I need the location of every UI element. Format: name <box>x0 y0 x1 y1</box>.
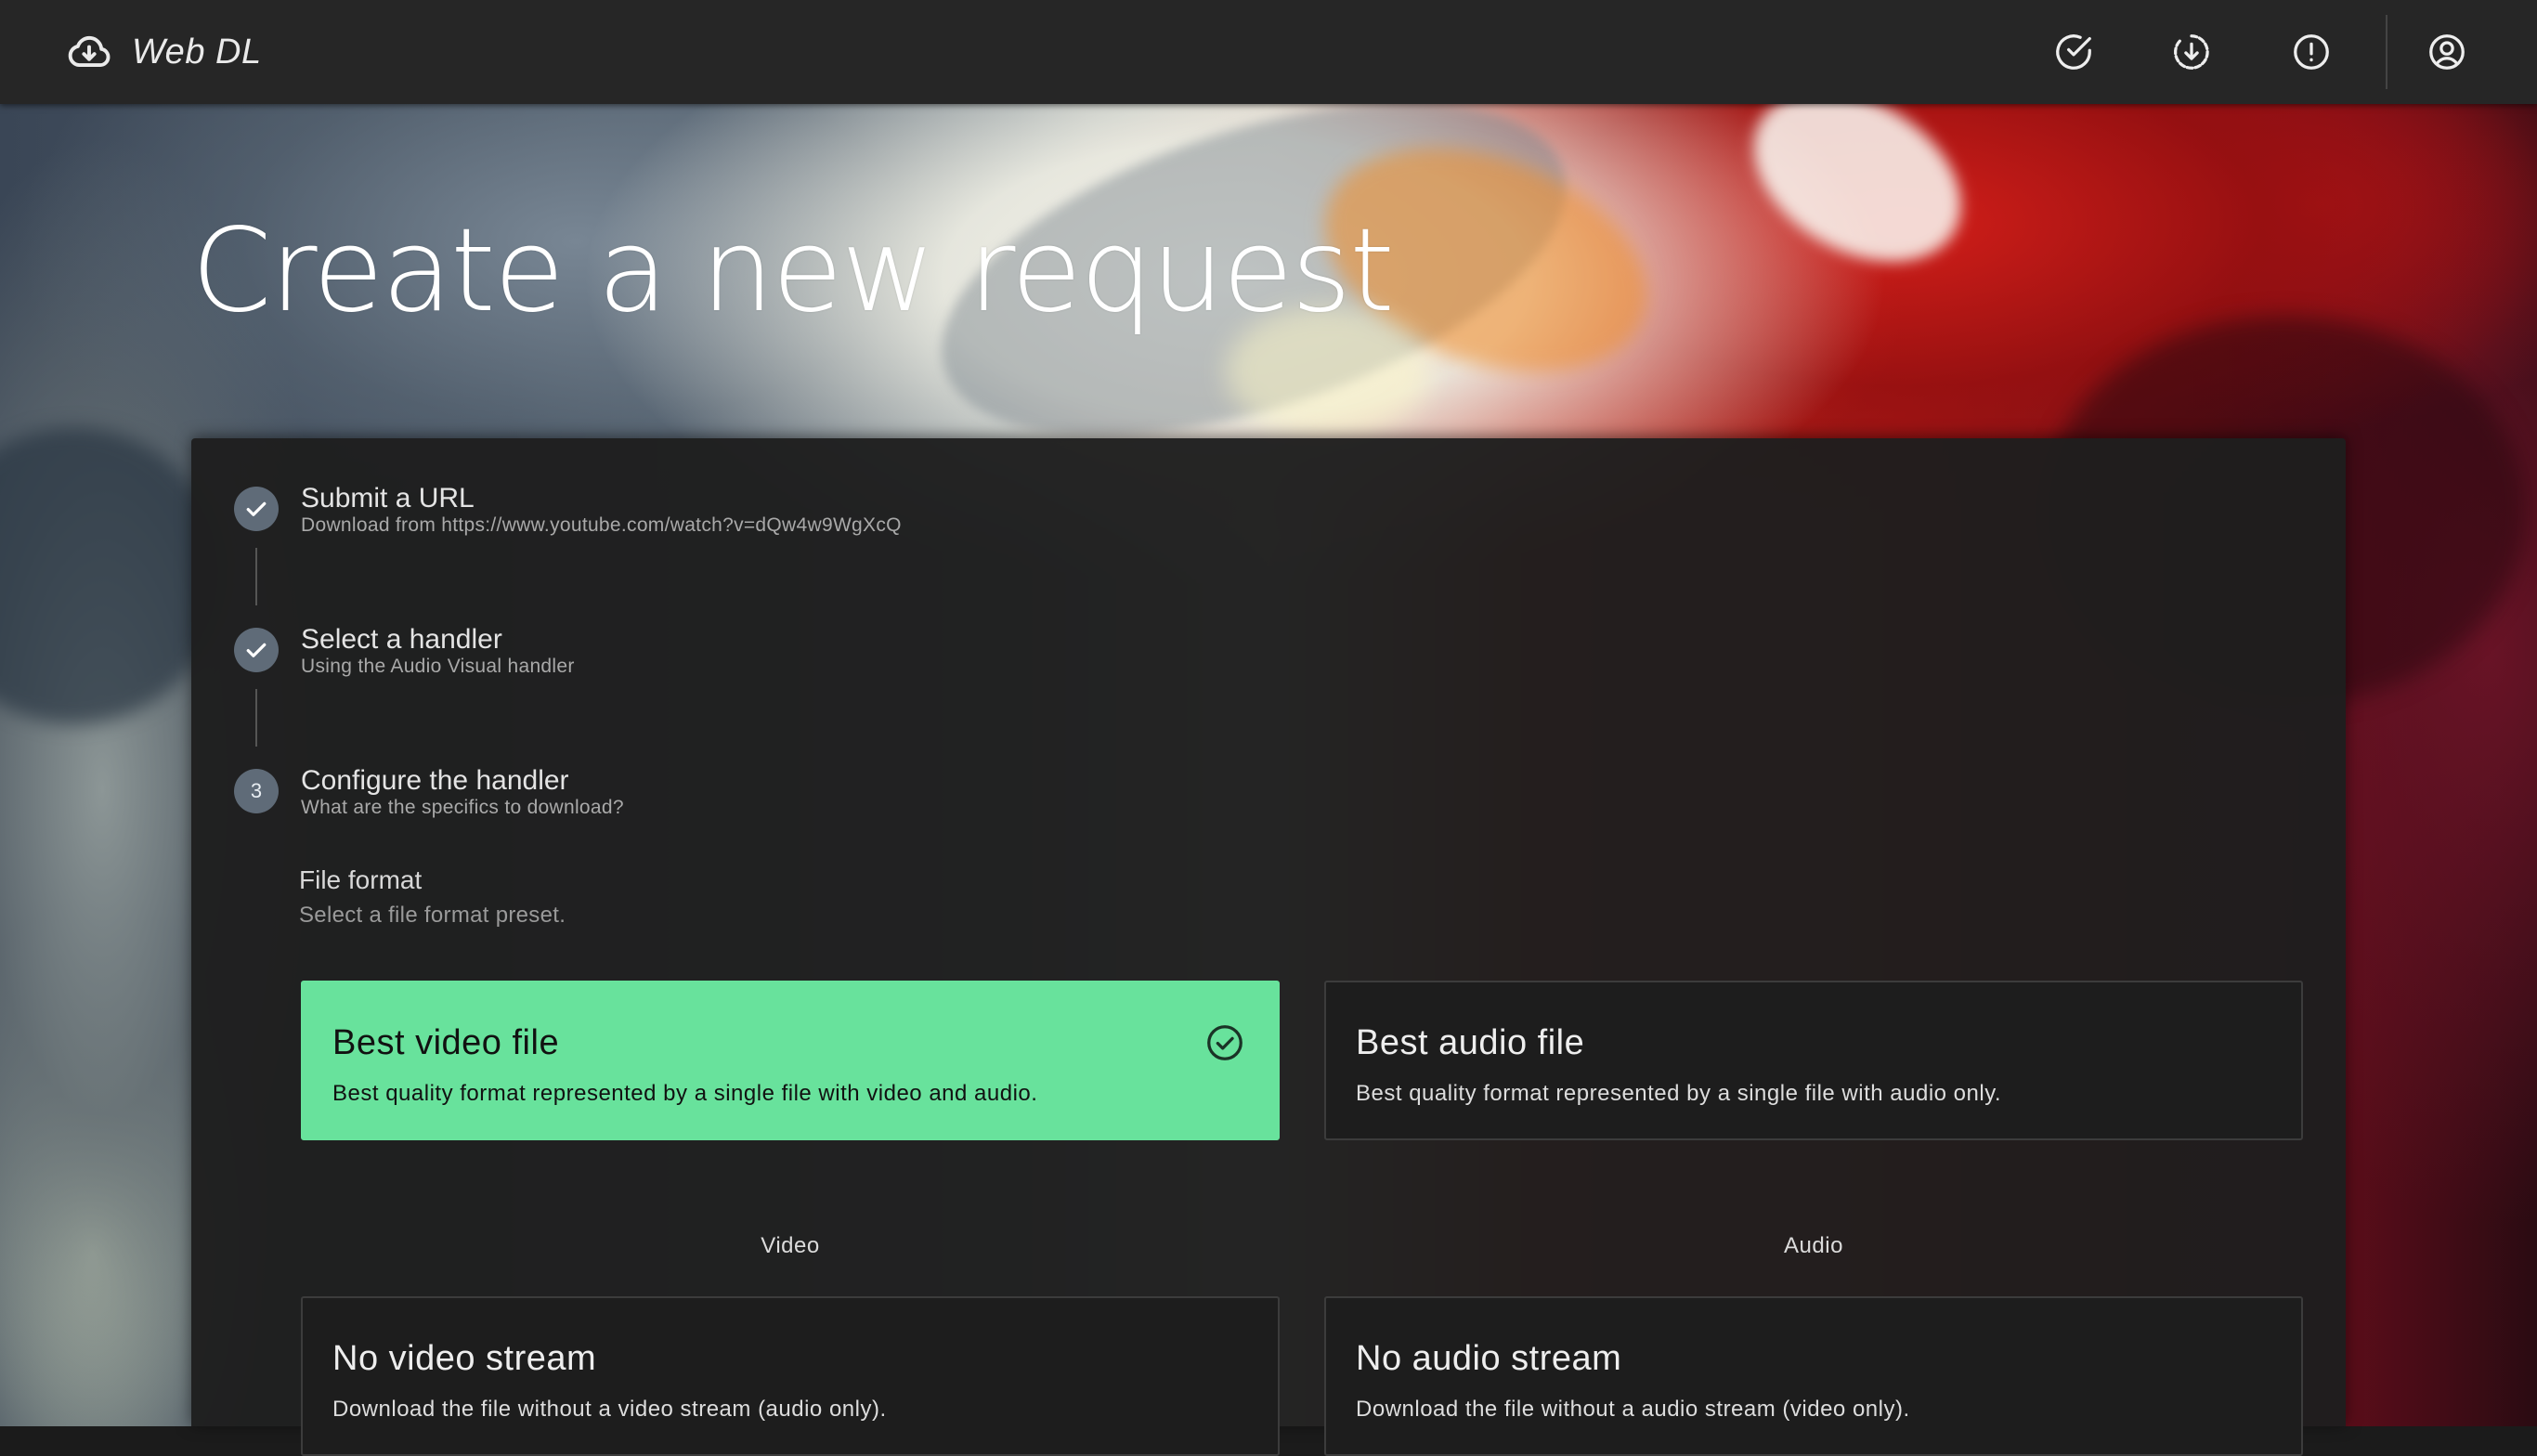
no-video-stream-option[interactable]: No video stream Download the file withou… <box>301 1296 1280 1456</box>
step-connector <box>255 689 257 747</box>
option-description: Best quality format represented by a sin… <box>332 1081 1038 1106</box>
account-circle-icon <box>2429 34 2465 70</box>
alert-circle-icon <box>2294 34 2329 70</box>
check-icon <box>246 501 267 516</box>
cloud-download-icon <box>68 36 111 68</box>
option-description: Download the file without a video stream… <box>332 1397 887 1422</box>
step-1-title[interactable]: Submit a URL <box>301 483 475 514</box>
step-connector <box>255 548 257 605</box>
file-format-hint: Select a file format preset. <box>299 903 566 928</box>
downloads-button[interactable] <box>2164 24 2219 80</box>
best-video-file-option[interactable]: Best video file Best quality format repr… <box>301 981 1280 1140</box>
header-divider <box>2386 15 2387 89</box>
step-2-complete-icon[interactable] <box>234 628 279 672</box>
no-audio-stream-option[interactable]: No audio stream Download the file withou… <box>1324 1296 2303 1456</box>
download-circle-icon <box>2173 34 2209 70</box>
step-2-subtitle: Using the Audio Visual handler <box>301 656 575 677</box>
completed-requests-button[interactable] <box>2046 24 2101 80</box>
page-title: Create a new request <box>191 204 1395 338</box>
audio-column-label: Audio <box>1784 1233 1843 1258</box>
check-icon <box>246 643 267 657</box>
step-1-subtitle: Download from https://www.youtube.com/wa… <box>301 514 902 536</box>
app-title: Web DL <box>132 32 262 72</box>
check-circle-icon <box>2056 34 2091 70</box>
file-format-label: File format <box>299 865 423 894</box>
option-title: Best audio file <box>1356 1023 1585 1062</box>
account-button[interactable] <box>2419 24 2475 80</box>
request-stepper-card: Submit a URL Download from https://www.y… <box>191 438 2346 1456</box>
selected-check-icon <box>1207 1025 1242 1060</box>
alerts-button[interactable] <box>2283 24 2339 80</box>
app-header: Web DL <box>0 0 2537 104</box>
video-column-label: Video <box>761 1233 820 1258</box>
step-3-number-badge[interactable]: 3 <box>234 769 279 813</box>
option-title: No video stream <box>332 1339 597 1378</box>
best-audio-file-option[interactable]: Best audio file Best quality format repr… <box>1324 981 2303 1140</box>
step-3-subtitle: What are the specifics to download? <box>301 797 624 818</box>
option-title: No audio stream <box>1356 1339 1622 1378</box>
brand[interactable]: Web DL <box>65 28 262 76</box>
option-description: Download the file without a audio stream… <box>1356 1397 1910 1422</box>
option-title: Best video file <box>332 1023 560 1062</box>
option-description: Best quality format represented by a sin… <box>1356 1081 2002 1106</box>
step-2-title[interactable]: Select a handler <box>301 624 502 656</box>
step-3-title[interactable]: Configure the handler <box>301 765 569 797</box>
step-1-complete-icon[interactable] <box>234 487 279 531</box>
